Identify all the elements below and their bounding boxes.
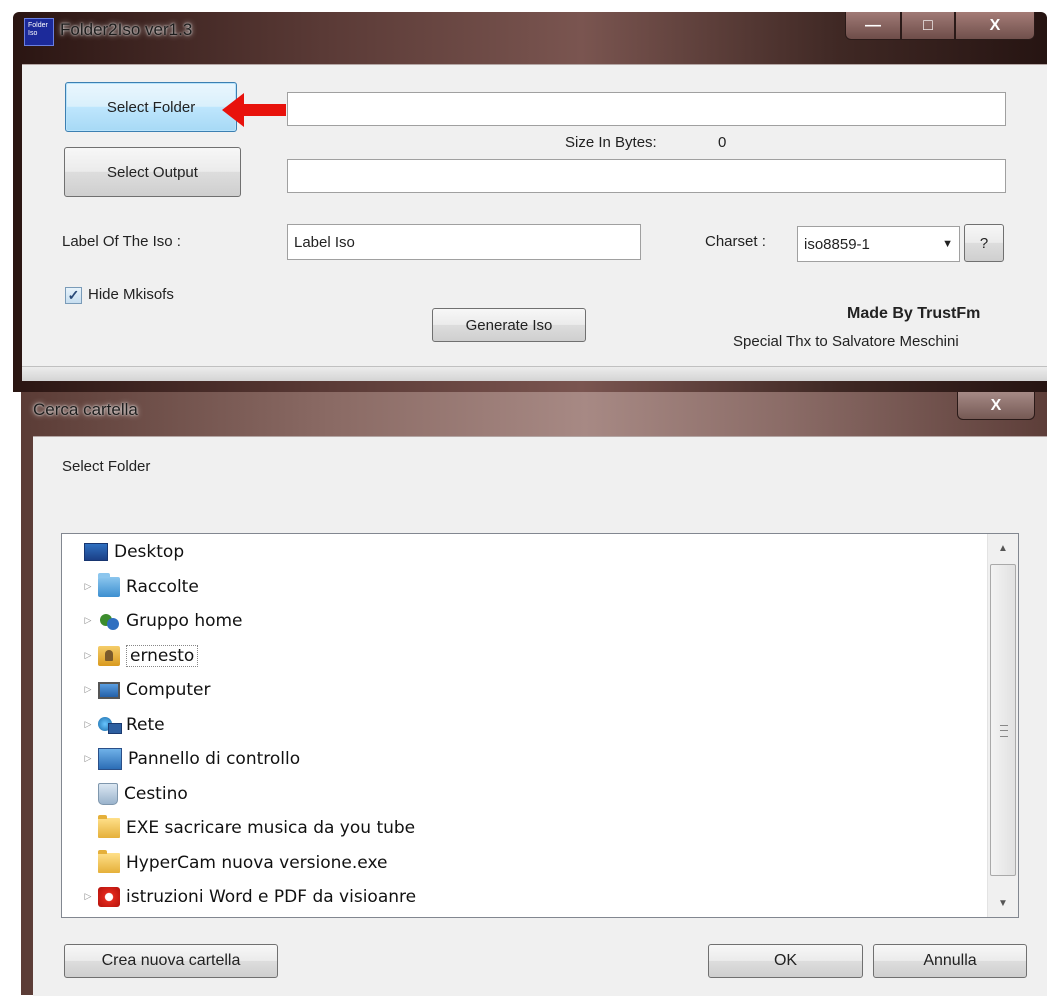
desktop-icon: [84, 543, 108, 561]
select-folder-button[interactable]: Select Folder: [65, 82, 237, 132]
checkmark-icon: ✓: [67, 287, 80, 303]
tree-item-label: HyperCam nuova versione.exe: [126, 852, 388, 873]
credit-thanks: Special Thx to Salvatore Meschini: [733, 333, 959, 350]
app-icon[interactable]: Folder Iso: [24, 18, 54, 46]
scroll-up-icon[interactable]: ▲: [988, 534, 1018, 562]
dialog-title: Cerca cartella: [33, 400, 138, 419]
expand-arrow-icon[interactable]: ▷: [82, 582, 94, 592]
folder-tree[interactable]: Desktop ▷ Raccolte ▷ Gruppo home ▷ ernesto ▷ Com…: [61, 533, 1019, 918]
tree-item-label: Raccolte: [126, 576, 199, 597]
tree-item[interactable]: EXE sacricare musica da you tube: [82, 812, 415, 844]
tree-scrollbar[interactable]: ▲ ▼: [987, 534, 1018, 917]
expand-arrow-icon[interactable]: ▷: [82, 754, 94, 764]
recycle-bin-icon: [98, 782, 118, 805]
pdf-icon: [98, 887, 120, 907]
tree-item[interactable]: ▷ Pannello di controllo: [82, 743, 300, 775]
hide-mkisofs-checkbox[interactable]: ✓: [65, 287, 82, 304]
charset-help-button[interactable]: ?: [964, 224, 1004, 262]
tree-item-label: Gruppo home: [126, 611, 243, 631]
output-path-field[interactable]: [287, 159, 1006, 193]
network-icon: [98, 715, 122, 735]
generate-iso-button[interactable]: Generate Iso: [432, 308, 586, 342]
chevron-down-icon: ▼: [942, 238, 953, 250]
minimize-button[interactable]: —: [845, 12, 901, 40]
expand-arrow-icon[interactable]: ▷: [82, 616, 94, 626]
tree-item-label: istruzioni Word e PDF da visioanre: [126, 887, 417, 907]
dialog-instruction: Select Folder: [62, 458, 151, 475]
size-value: 0: [718, 134, 727, 151]
maximize-button[interactable]: □: [901, 12, 955, 40]
close-icon: X: [989, 16, 1001, 34]
tree-item[interactable]: ▷ istruzioni Word e PDF da visioanre: [82, 881, 416, 913]
scroll-down-icon[interactable]: ▼: [988, 889, 1018, 917]
cancel-button[interactable]: Annulla: [873, 944, 1027, 978]
credit-author: Made By TrustFm: [847, 305, 981, 322]
user-folder-icon: [98, 645, 120, 666]
tree-item-label: Cestino: [124, 783, 188, 804]
annotation-arrow-icon: [222, 93, 286, 127]
homegroup-icon: [98, 611, 120, 631]
window-title: Folder2Iso ver1.3: [60, 20, 193, 39]
folder-icon: [98, 815, 120, 838]
tree-item[interactable]: ▷ ernesto: [82, 640, 199, 672]
size-label: Size In Bytes:: [565, 134, 657, 151]
iso-label-caption: Label Of The Iso :: [62, 233, 181, 250]
tree-item-label: Desktop: [114, 542, 185, 562]
tree-item[interactable]: ▷ Gruppo home: [82, 605, 243, 637]
grip-icon: [1000, 725, 1008, 737]
scroll-thumb[interactable]: [990, 564, 1016, 876]
close-icon: X: [990, 396, 1002, 414]
tree-item[interactable]: Desktop: [80, 536, 184, 568]
hide-mkisofs-label: Hide Mkisofs: [88, 286, 174, 303]
tree-item-label: Pannello di controllo: [128, 749, 301, 769]
tree-item-label: Computer: [126, 680, 211, 700]
charset-value: iso8859-1: [804, 235, 870, 253]
computer-icon: [98, 681, 120, 699]
tree-item[interactable]: ▷ Raccolte: [82, 571, 199, 603]
iso-label-field[interactable]: [287, 224, 641, 260]
dialog-close-button[interactable]: X: [957, 392, 1035, 420]
folder-path-field[interactable]: [287, 92, 1006, 126]
tree-item[interactable]: Cestino: [82, 778, 188, 810]
minimize-icon: —: [865, 16, 881, 34]
expand-arrow-icon[interactable]: ▷: [82, 720, 94, 730]
new-folder-button[interactable]: Crea nuova cartella: [64, 944, 278, 978]
expand-arrow-icon[interactable]: ▷: [82, 651, 94, 661]
tree-item[interactable]: ▷ Rete: [82, 709, 165, 741]
tree-item-label: EXE sacricare musica da you tube: [126, 818, 416, 838]
tree-item-label: ernesto: [126, 644, 199, 667]
tree-item[interactable]: HyperCam nuova versione.exe: [82, 847, 387, 879]
libraries-icon: [98, 572, 120, 597]
status-strip: [22, 366, 1047, 381]
control-panel-icon: [98, 748, 122, 770]
ok-button[interactable]: OK: [708, 944, 863, 978]
expand-arrow-icon[interactable]: ▷: [82, 892, 94, 902]
charset-caption: Charset :: [705, 233, 766, 250]
maximize-icon: □: [923, 16, 933, 34]
tree-item[interactable]: ▷ Computer: [82, 674, 211, 706]
expand-arrow-icon[interactable]: ▷: [82, 685, 94, 695]
folder-icon: [98, 849, 120, 873]
app-icon-text: Folder Iso: [28, 22, 48, 37]
close-button[interactable]: X: [955, 12, 1035, 40]
tree-item-label: Rete: [126, 714, 165, 735]
select-output-button[interactable]: Select Output: [64, 147, 241, 197]
charset-select[interactable]: iso8859-1 ▼: [797, 226, 960, 262]
